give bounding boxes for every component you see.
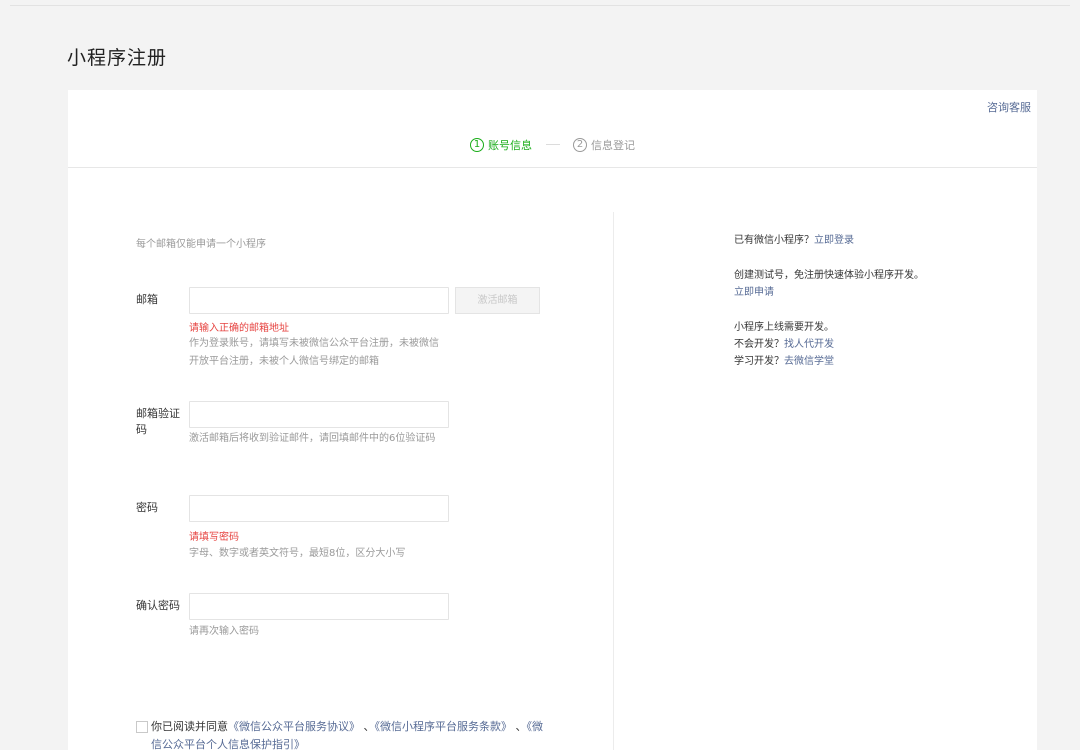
- confirm-password-label: 确认密码: [136, 599, 180, 612]
- login-prompt: 已有微信小程序？立即登录: [734, 232, 924, 249]
- email-label: 邮箱: [136, 293, 158, 306]
- miniprogram-terms-link[interactable]: 《微信小程序平台服务条款》: [375, 720, 513, 733]
- step-info-register: 2 信息登记: [573, 137, 635, 153]
- confirm-password-hint: 请再次输入密码: [189, 626, 259, 637]
- password-input[interactable]: [189, 495, 449, 522]
- page-title: 小程序注册: [67, 47, 168, 69]
- agreement-prefix: 你已阅读并同意: [151, 720, 228, 733]
- activate-email-button[interactable]: 激活邮箱: [455, 287, 540, 314]
- email-hint: 作为登录账号，请填写未被微信公众平台注册，未被微信开放平台注册，未被个人微信号绑…: [189, 338, 439, 367]
- agreement-checkbox[interactable]: [136, 721, 148, 733]
- agreement: 你已阅读并同意《微信公众平台服务协议》 、《微信小程序平台服务条款》 、《微信公…: [136, 718, 546, 750]
- wechat-academy-link[interactable]: 去微信学堂: [784, 356, 834, 367]
- email-input[interactable]: [189, 287, 449, 314]
- step-number-icon: 1: [470, 138, 484, 152]
- verify-code-label: 邮箱验证码: [136, 407, 180, 436]
- header-divider: [68, 167, 1037, 168]
- confirm-password-input[interactable]: [189, 593, 449, 620]
- verify-code-hint: 激活邮箱后将收到验证邮件，请回填邮件中的6位验证码: [189, 433, 436, 444]
- step-label: 账号信息: [488, 139, 532, 152]
- step-label: 信息登记: [591, 139, 635, 152]
- password-hint: 字母、数字或者英文符号，最短8位，区分大小写: [189, 548, 406, 559]
- test-account-prompt: 创建测试号，免注册快速体验小程序开发。立即申请: [734, 267, 924, 301]
- service-agreement-link[interactable]: 《微信公众平台服务协议》: [228, 720, 360, 733]
- dev-info: 小程序上线需要开发。 不会开发？找人代开发 学习开发？去微信学堂: [734, 319, 924, 370]
- find-developer-link[interactable]: 找人代开发: [784, 339, 834, 350]
- registration-card: 咨询客服 1 账号信息 2 信息登记 每个邮箱仅能申请一个小程序 邮箱 激活邮箱…: [68, 90, 1037, 750]
- email-error: 请输入正确的邮箱地址: [189, 323, 289, 334]
- column-divider: [613, 212, 614, 750]
- customer-service-link[interactable]: 咨询客服: [987, 99, 1031, 115]
- agreement-separator: 、: [515, 720, 527, 733]
- test-account-text: 创建测试号，免注册快速体验小程序开发。: [734, 270, 924, 281]
- agreement-separator: 、: [363, 720, 375, 733]
- top-divider: [10, 5, 1070, 6]
- step-number-icon: 2: [573, 138, 587, 152]
- password-label: 密码: [136, 501, 158, 514]
- apply-test-link[interactable]: 立即申请: [734, 287, 774, 298]
- dev-info-text: 小程序上线需要开发。: [734, 322, 834, 333]
- learn-dev-text: 学习开发？: [734, 356, 784, 367]
- login-text: 已有微信小程序？: [734, 235, 814, 246]
- form-tip: 每个邮箱仅能申请一个小程序: [136, 239, 266, 250]
- no-dev-text: 不会开发？: [734, 339, 784, 350]
- step-indicator: 1 账号信息 2 信息登记: [68, 137, 1037, 153]
- password-error: 请填写密码: [189, 532, 239, 543]
- step-separator: [545, 143, 560, 145]
- verify-code-input[interactable]: [189, 401, 449, 428]
- step-account-info: 1 账号信息: [470, 137, 532, 153]
- login-link[interactable]: 立即登录: [814, 235, 854, 246]
